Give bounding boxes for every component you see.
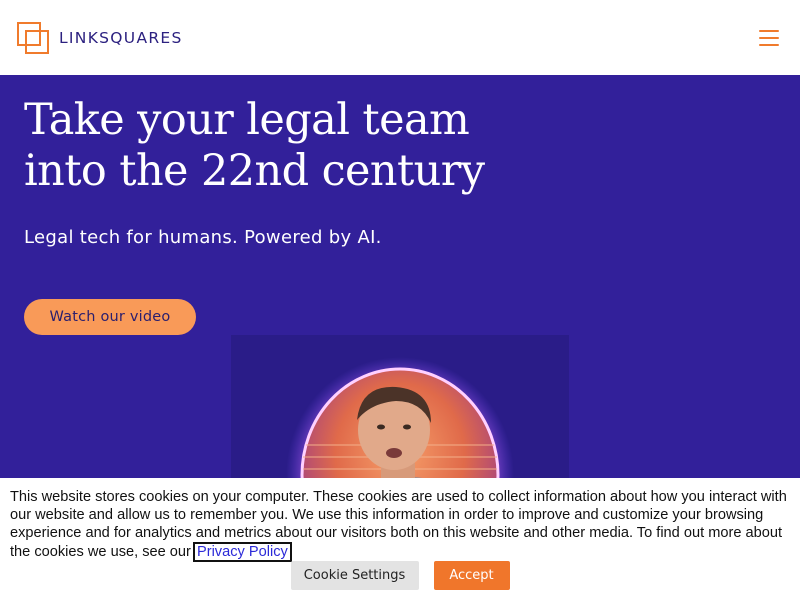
cookie-settings-button[interactable]: Cookie Settings bbox=[290, 561, 419, 590]
cookie-banner: This website stores cookies on your comp… bbox=[0, 478, 800, 600]
site-header: LINKSQUARES bbox=[0, 0, 800, 75]
hero-subtitle: Legal tech for humans. Powered by AI. bbox=[24, 227, 382, 248]
hero-title-line1: Take your legal team bbox=[24, 95, 470, 145]
privacy-policy-link[interactable]: Privacy Policy bbox=[192, 541, 292, 562]
logo-text: LINKSQUARES bbox=[59, 28, 183, 47]
linksquares-logo[interactable]: LINKSQUARES bbox=[17, 21, 183, 54]
cookie-notice-text: This website stores cookies on your comp… bbox=[10, 489, 787, 560]
cookie-banner-text: This website stores cookies on your comp… bbox=[10, 488, 790, 562]
watch-video-button[interactable]: Watch our video bbox=[24, 299, 196, 335]
linksquares-logo-icon bbox=[17, 21, 49, 54]
hamburger-menu-icon[interactable] bbox=[758, 28, 780, 48]
cookie-actions: Cookie Settings Accept bbox=[0, 561, 800, 590]
hero-title-line2: into the 22nd century bbox=[24, 146, 485, 196]
hero-title: Take your legal team into the 22nd centu… bbox=[24, 95, 544, 197]
accept-cookies-button[interactable]: Accept bbox=[433, 561, 510, 590]
